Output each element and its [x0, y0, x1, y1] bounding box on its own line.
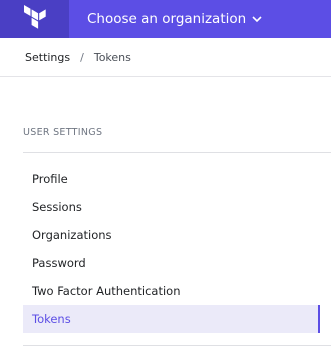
sidebar-item-profile[interactable]: Profile: [23, 165, 318, 193]
divider: [23, 152, 331, 153]
organization-switcher[interactable]: Choose an organization: [87, 0, 262, 38]
home-logo-link[interactable]: [0, 0, 69, 38]
breadcrumb-current: Tokens: [93, 50, 131, 64]
organization-switcher-label: Choose an organization: [87, 11, 247, 27]
sidebar-item-organizations[interactable]: Organizations: [23, 221, 318, 249]
chevron-down-icon: [252, 11, 262, 27]
breadcrumb: Settings / Tokens: [0, 38, 331, 77]
breadcrumb-separator: /: [80, 50, 84, 64]
user-settings-heading: USER SETTINGS: [23, 127, 103, 138]
terraform-logo-icon: [23, 5, 46, 33]
top-navigation-bar: Choose an organization: [0, 0, 331, 38]
breadcrumb-settings-link[interactable]: Settings: [25, 51, 70, 64]
sidebar-item-sessions[interactable]: Sessions: [23, 193, 318, 221]
settings-nav: Profile Sessions Organizations Password …: [23, 165, 320, 333]
sidebar-item-label: Profile: [32, 172, 68, 186]
sidebar-item-label: Password: [32, 256, 86, 270]
sidebar-item-label: Two Factor Authentication: [32, 284, 181, 298]
active-indicator: [318, 305, 320, 333]
sidebar-item-label: Sessions: [32, 200, 82, 214]
sidebar-item-two-factor-authentication[interactable]: Two Factor Authentication: [23, 277, 318, 305]
sidebar-item-tokens[interactable]: Tokens: [23, 305, 320, 333]
divider: [23, 345, 331, 346]
sidebar-item-password[interactable]: Password: [23, 249, 318, 277]
sidebar-item-label: Organizations: [32, 228, 112, 242]
sidebar-item-label: Tokens: [32, 312, 71, 326]
